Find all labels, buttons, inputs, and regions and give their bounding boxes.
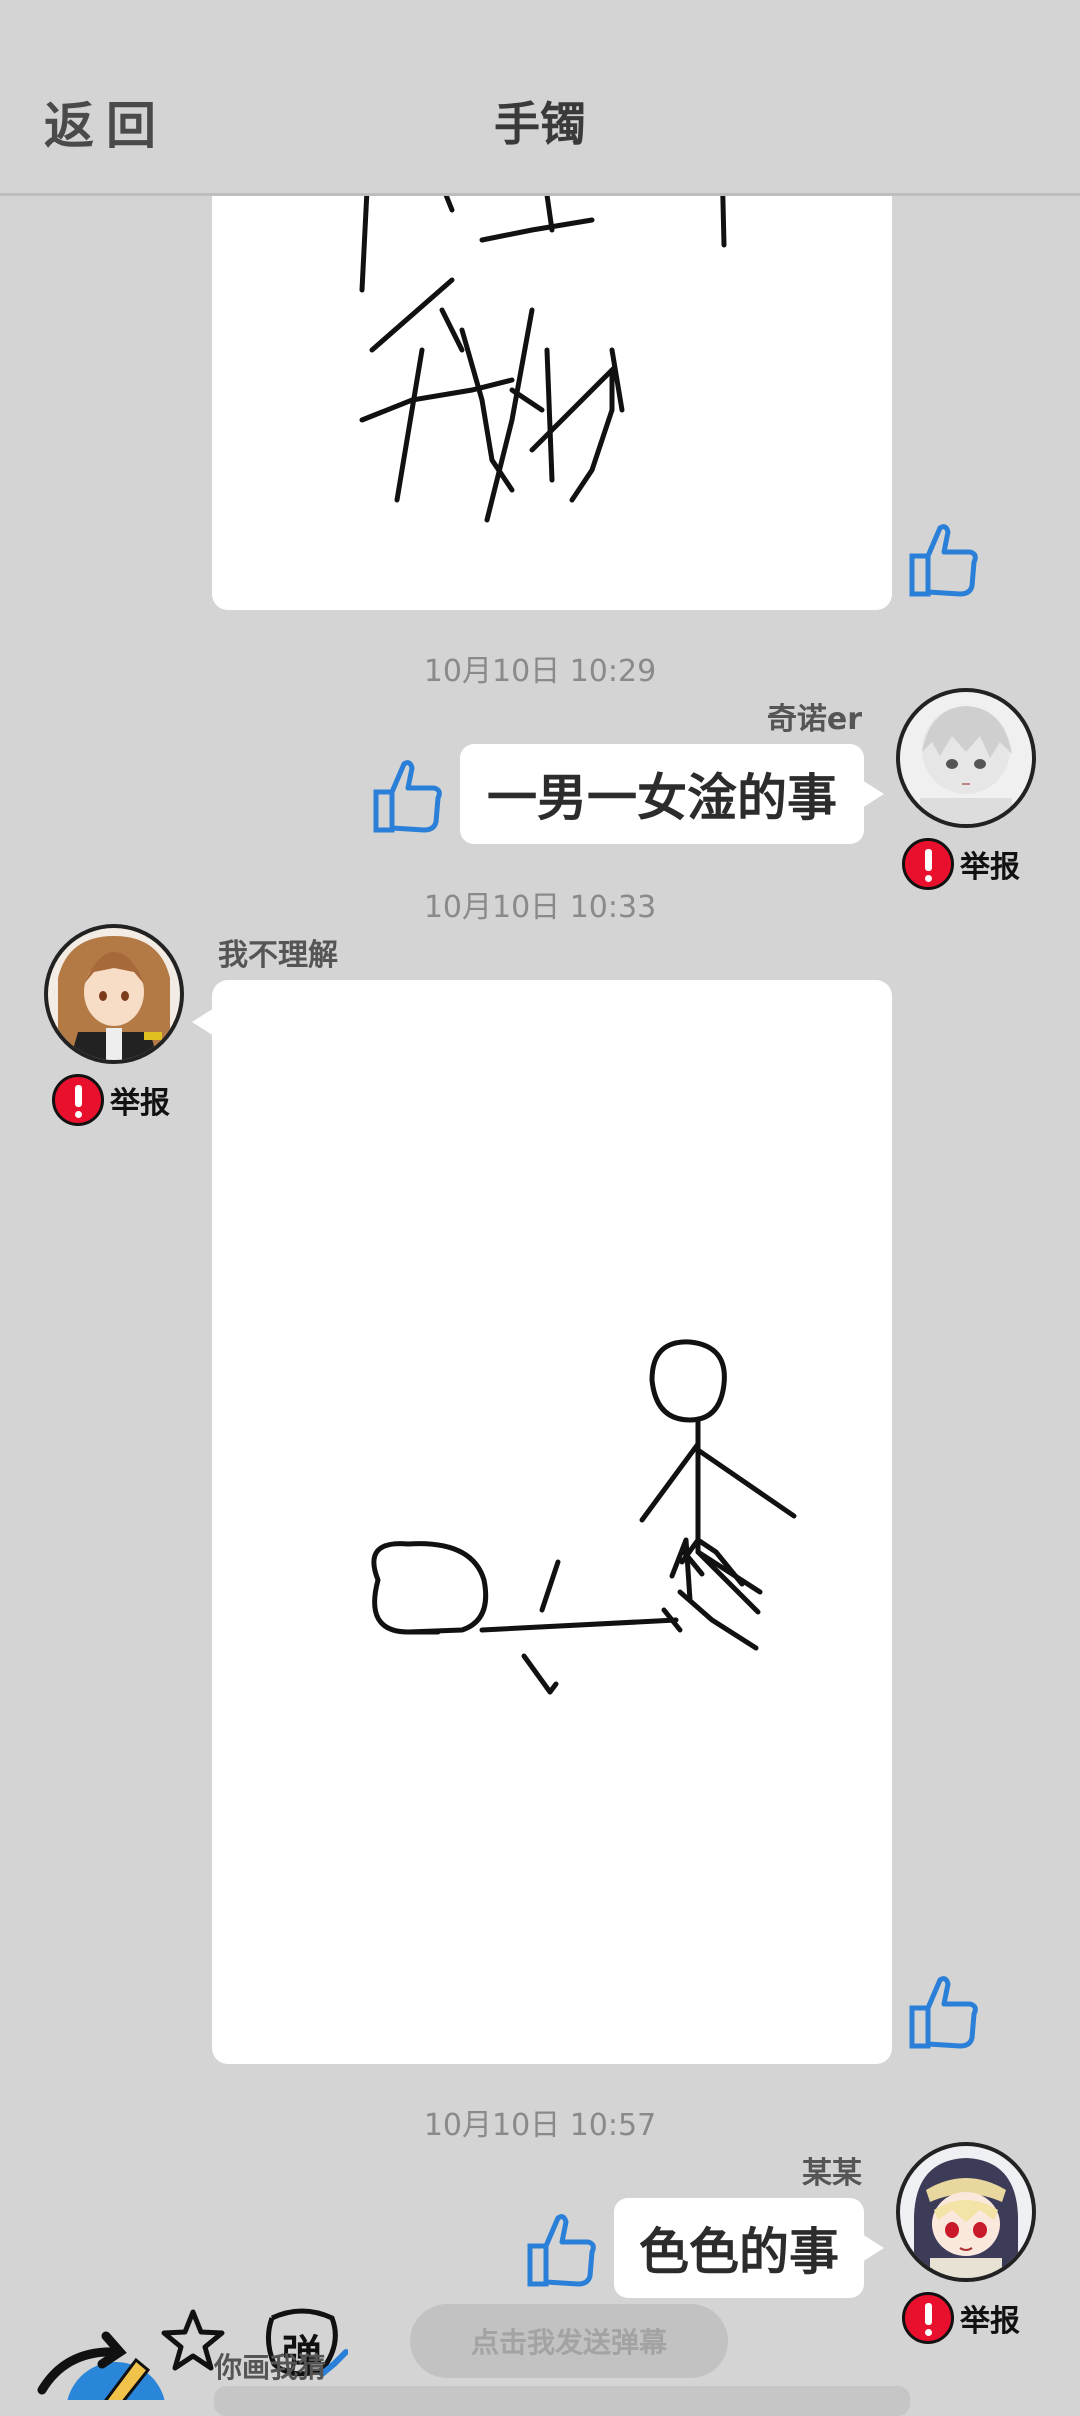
top-bar: 返回 手镯 bbox=[0, 0, 1080, 196]
report-icon bbox=[52, 1074, 104, 1126]
avatar[interactable] bbox=[896, 2142, 1036, 2282]
drawing-canvas-2 bbox=[371, 1339, 797, 1695]
drawing-card-1[interactable] bbox=[212, 150, 892, 610]
avatar[interactable] bbox=[44, 924, 184, 1064]
message-bubble: 一男一女淦的事 bbox=[460, 744, 884, 844]
avatar[interactable] bbox=[896, 688, 1036, 828]
report-button[interactable]: 举报 bbox=[52, 1070, 170, 1130]
thumbs-up-icon[interactable] bbox=[524, 2210, 598, 2290]
username: 某某 bbox=[802, 2156, 862, 2191]
drawing-canvas-1 bbox=[359, 157, 727, 523]
page-title: 手镯 bbox=[494, 97, 586, 151]
drawing-card-2[interactable] bbox=[212, 980, 892, 2064]
message-input[interactable] bbox=[214, 2386, 910, 2416]
send-danmu-button[interactable]: 点击我发送弹幕 bbox=[410, 2304, 728, 2378]
username: 奇诺er bbox=[766, 702, 862, 737]
thumbs-up-icon[interactable] bbox=[370, 756, 444, 836]
timestamp: 10月10日 10:57 bbox=[423, 2108, 657, 2143]
message-bubble: 色色的事 bbox=[614, 2198, 884, 2298]
thumbs-up-icon[interactable] bbox=[906, 520, 980, 600]
timestamp: 10月10日 10:29 bbox=[423, 654, 657, 689]
game-mode-label: 你画我猜 bbox=[214, 2351, 327, 2384]
thumbs-up-icon[interactable] bbox=[906, 1972, 980, 2052]
bubble-tail bbox=[192, 1008, 214, 1036]
username: 我不理解 bbox=[218, 938, 338, 973]
timestamp: 10月10日 10:33 bbox=[423, 890, 657, 925]
